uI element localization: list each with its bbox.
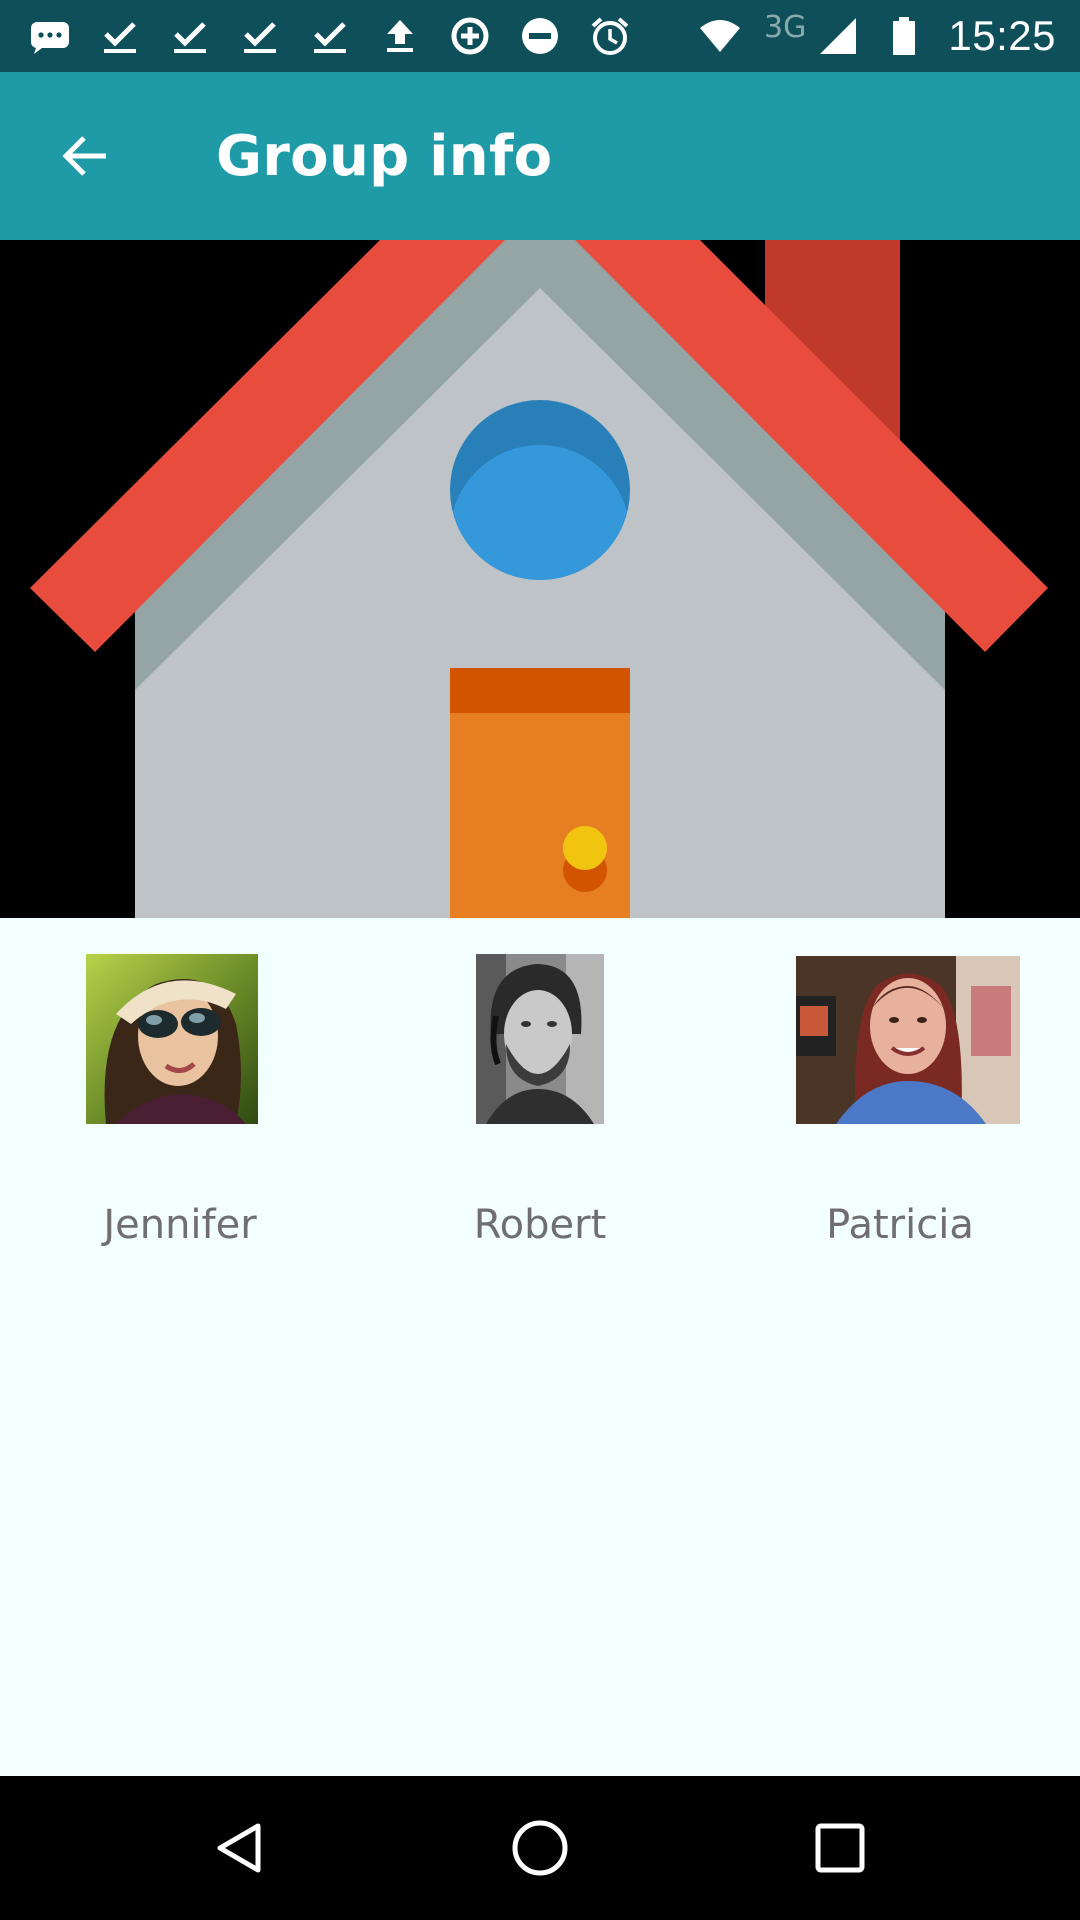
data-saver-icon <box>448 14 492 58</box>
back-button[interactable] <box>44 116 124 196</box>
status-bar: 3G 15:25 <box>0 0 1080 72</box>
battery-icon <box>882 14 926 58</box>
nav-home-button[interactable] <box>504 1812 576 1884</box>
notification-icons <box>28 0 632 72</box>
member-patricia[interactable]: Patricia <box>720 954 1080 1254</box>
navigation-bar <box>0 1776 1080 1920</box>
wifi-icon <box>698 14 742 58</box>
nav-back-button[interactable] <box>204 1812 276 1884</box>
avatar <box>796 956 1020 1124</box>
chat-bubble-icon <box>28 14 72 58</box>
avatar <box>86 954 258 1124</box>
app-bar: Group info <box>0 72 1080 240</box>
member-robert[interactable]: Robert <box>360 954 720 1254</box>
upload-icon <box>378 14 422 58</box>
alarm-icon <box>588 14 632 58</box>
nav-recents-button[interactable] <box>804 1812 876 1884</box>
download-done-icon <box>238 14 282 58</box>
recents-square-icon <box>815 1823 865 1873</box>
download-done-icon <box>168 14 212 58</box>
member-name: Patricia <box>826 1202 974 1248</box>
network-type-label: 3G <box>764 9 807 45</box>
download-done-icon <box>98 14 142 58</box>
arrow-back-icon <box>62 136 106 176</box>
do-not-disturb-icon <box>518 14 562 58</box>
download-done-icon <box>308 14 352 58</box>
member-name: Jennifer <box>103 1202 257 1248</box>
back-triangle-icon <box>217 1823 261 1873</box>
avatar <box>476 954 604 1124</box>
cell-signal-icon <box>816 14 860 58</box>
door-knob <box>563 826 607 870</box>
member-name: Robert <box>473 1202 607 1248</box>
house-icon <box>0 240 1080 918</box>
page-title: Group info <box>216 124 553 189</box>
members-grid: Jennifer Robert Patricia <box>0 918 1080 1776</box>
door-top <box>450 668 630 713</box>
group-image[interactable] <box>0 240 1080 918</box>
member-jennifer[interactable]: Jennifer <box>0 954 360 1254</box>
system-status: 3G 15:25 <box>698 0 1056 72</box>
clock: 15:25 <box>948 12 1056 59</box>
home-circle-icon <box>512 1820 568 1876</box>
